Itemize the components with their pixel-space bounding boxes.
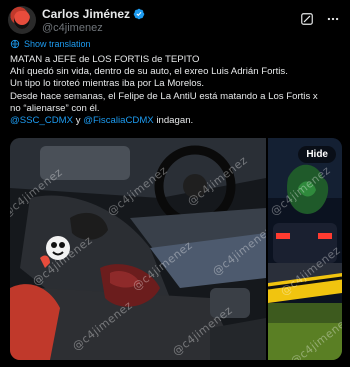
mention-link[interactable]: @SSC_CDMX xyxy=(10,115,73,126)
tweet-text: MATAN a JEFE de LOS FORTIS de TEPITO Ahí… xyxy=(10,54,344,127)
more-options-button[interactable] xyxy=(324,10,342,28)
tweet-line: MATAN a JEFE de LOS FORTIS de TEPITO xyxy=(10,54,200,65)
verified-badge-icon xyxy=(133,8,145,20)
grok-icon xyxy=(301,13,313,25)
tweet-ending: indagan. xyxy=(153,115,194,127)
avatar[interactable] xyxy=(8,6,36,34)
hide-button[interactable]: Hide xyxy=(298,146,336,163)
show-translation-link[interactable]: Show translation xyxy=(10,39,91,49)
photo-main[interactable]: @c4jimenez @c4jimenez @c4jimenez @c4jime… xyxy=(10,138,266,360)
tweet-line: Desde hace semanas, el Felipe de La Anti… xyxy=(10,90,318,102)
car-interior-image xyxy=(10,138,266,360)
tweet-line: Ahí quedó sin vida, dentro de su auto, e… xyxy=(10,66,288,78)
tweet-line: no “alienarse” con él. xyxy=(10,102,100,114)
night-scene-image xyxy=(268,138,342,360)
tweet-line: @SSC_CDMX y @FiscaliaCDMX indagan. xyxy=(10,115,344,127)
tweet-line: Un tipo lo tiroteó mientras iba por La M… xyxy=(10,78,205,90)
author-name[interactable]: Carlos Jiménez xyxy=(42,7,130,21)
media-gallery: @c4jimenez @c4jimenez @c4jimenez @c4jime… xyxy=(10,138,342,360)
tweet-header: Carlos Jiménez @c4jimenez xyxy=(8,6,342,34)
grok-button[interactable] xyxy=(298,10,316,28)
globe-icon xyxy=(10,39,20,49)
mention-link[interactable]: @FiscaliaCDMX xyxy=(83,115,154,126)
photo-secondary[interactable]: @c4jimenez @c4jimenez @c4jimenez Hide xyxy=(268,138,342,360)
show-translation-label: Show translation xyxy=(24,39,91,49)
tweet-connector: y xyxy=(73,115,84,127)
more-icon xyxy=(327,17,339,21)
author-handle[interactable]: @c4jimenez xyxy=(42,22,103,34)
